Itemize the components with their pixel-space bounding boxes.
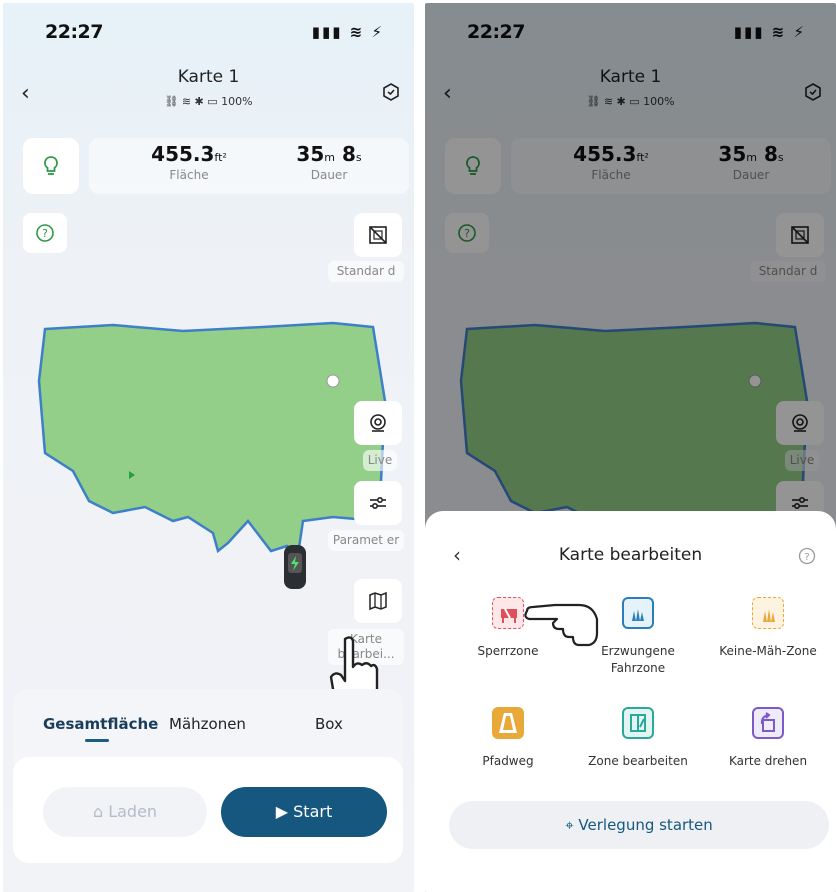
parameter-label: Paramet er: [328, 530, 404, 551]
area-stat: 455.3ft² Fläche: [129, 142, 249, 182]
duration-seconds: 8: [341, 142, 356, 166]
map-icon: [369, 591, 387, 611]
tool-label: Keine-Mäh-Zone: [719, 644, 817, 658]
start-button[interactable]: ▶ Start: [221, 787, 387, 837]
play-icon: ▶: [275, 802, 294, 821]
no-mow-icon: [752, 597, 784, 629]
tool-label: Pfadweg: [482, 754, 534, 768]
tips-button[interactable]: [23, 138, 79, 194]
duration-minutes: 35: [296, 142, 325, 166]
crosshair-icon: ⌖: [565, 816, 579, 834]
robot-mower-icon: [284, 545, 306, 589]
status-time: 22:27: [45, 21, 103, 43]
standard-view-button[interactable]: [354, 213, 402, 257]
status-bar: 22:27 ▮▮▮ ≋ ⚡: [45, 21, 384, 49]
settings-hex-icon[interactable]: [382, 83, 400, 101]
standard-label: Standar d: [328, 261, 404, 282]
tab-total-area[interactable]: Gesamtfläche: [43, 715, 158, 733]
phone-screen-main: 22:27 ▮▮▮ ≋ ⚡ ‹ Karte 1 ⛓ ≋ ✱ ▭ 100% 455…: [3, 3, 414, 892]
phone-screen-edit: 22:27 ▮▮▮ ≋ ⚡ ‹ Karte 1 ⛓ ≋ ✱ ▭ 100% 455…: [425, 3, 836, 892]
sheet-title: Karte bearbeiten: [558, 545, 703, 565]
svg-text:?: ?: [42, 227, 48, 240]
dock-button[interactable]: ⌂ Laden: [43, 787, 207, 837]
map-layer-icon: [369, 226, 387, 244]
start-laying-label: Verlegung starten: [578, 816, 713, 834]
grass-frame-icon: [622, 597, 654, 629]
minutes-unit: m: [324, 151, 335, 164]
svg-text:?: ?: [804, 552, 809, 563]
start-laying-button[interactable]: ⌖ Verlegung starten: [449, 801, 829, 849]
system-icons: ▮▮▮ ≋ ⚡: [311, 23, 384, 41]
tool-keine-maeh-zone[interactable]: Keine-Mäh-Zone: [703, 597, 833, 660]
edit-map-button[interactable]: [354, 579, 402, 623]
stats-card: 455.3ft² Fläche 35m 8s Dauer: [89, 138, 409, 194]
tab-box[interactable]: Box: [315, 715, 343, 733]
start-label: Start: [293, 802, 333, 821]
duration-stat: 35m 8s Dauer: [269, 142, 389, 182]
tool-zone-bearbeiten[interactable]: Zone bearbeiten: [573, 707, 703, 770]
sheet-help-icon[interactable]: ?: [798, 547, 816, 565]
tool-karte-drehen[interactable]: Karte drehen: [703, 707, 833, 770]
page-title: Karte 1: [177, 67, 240, 87]
dock-label: Laden: [108, 802, 158, 821]
barrier-icon: [492, 597, 524, 629]
seconds-unit: s: [355, 151, 362, 164]
sliders-icon: [370, 497, 386, 510]
tool-label: Karte drehen: [728, 754, 808, 768]
connection-status: ⛓ ≋ ✱ ▭ 100%: [3, 95, 414, 108]
link-icon: ⛓ ≋ ✱ ▭: [164, 95, 218, 108]
home-icon: ⌂: [92, 802, 109, 821]
zone-edit-icon: [622, 707, 654, 739]
live-label: Live: [363, 450, 397, 471]
tool-label: Zone bearbeiten: [588, 754, 688, 768]
area-value: 455.3: [151, 142, 215, 166]
path-icon: [492, 707, 524, 739]
bottom-panel: Gesamtfläche Mähzonen Box ⌂ Laden ▶ Star…: [13, 689, 403, 863]
area-label: Fläche: [169, 168, 209, 182]
duration-label: Dauer: [310, 168, 348, 182]
help-button[interactable]: ?: [23, 213, 67, 253]
area-unit: ft²: [214, 151, 227, 164]
question-icon: ?: [36, 224, 54, 242]
camera-icon: [370, 414, 386, 432]
battery-level: 100%: [221, 95, 253, 108]
rotate-map-icon: [752, 707, 784, 739]
lightbulb-icon: [44, 156, 58, 175]
tool-pfadweg[interactable]: Pfadweg: [443, 707, 573, 770]
obstacle-marker: [326, 374, 340, 388]
tab-indicator: [85, 739, 109, 742]
pointer-hand-icon: [524, 603, 599, 647]
edit-map-sheet: ‹ Karte bearbeiten ? Sperrzone Erzwungen…: [425, 511, 836, 892]
tab-mow-zones[interactable]: Mähzonen: [169, 715, 246, 733]
live-button[interactable]: [354, 401, 402, 445]
parameter-button[interactable]: [354, 481, 402, 525]
action-area: ⌂ Laden ▶ Start: [13, 757, 403, 863]
